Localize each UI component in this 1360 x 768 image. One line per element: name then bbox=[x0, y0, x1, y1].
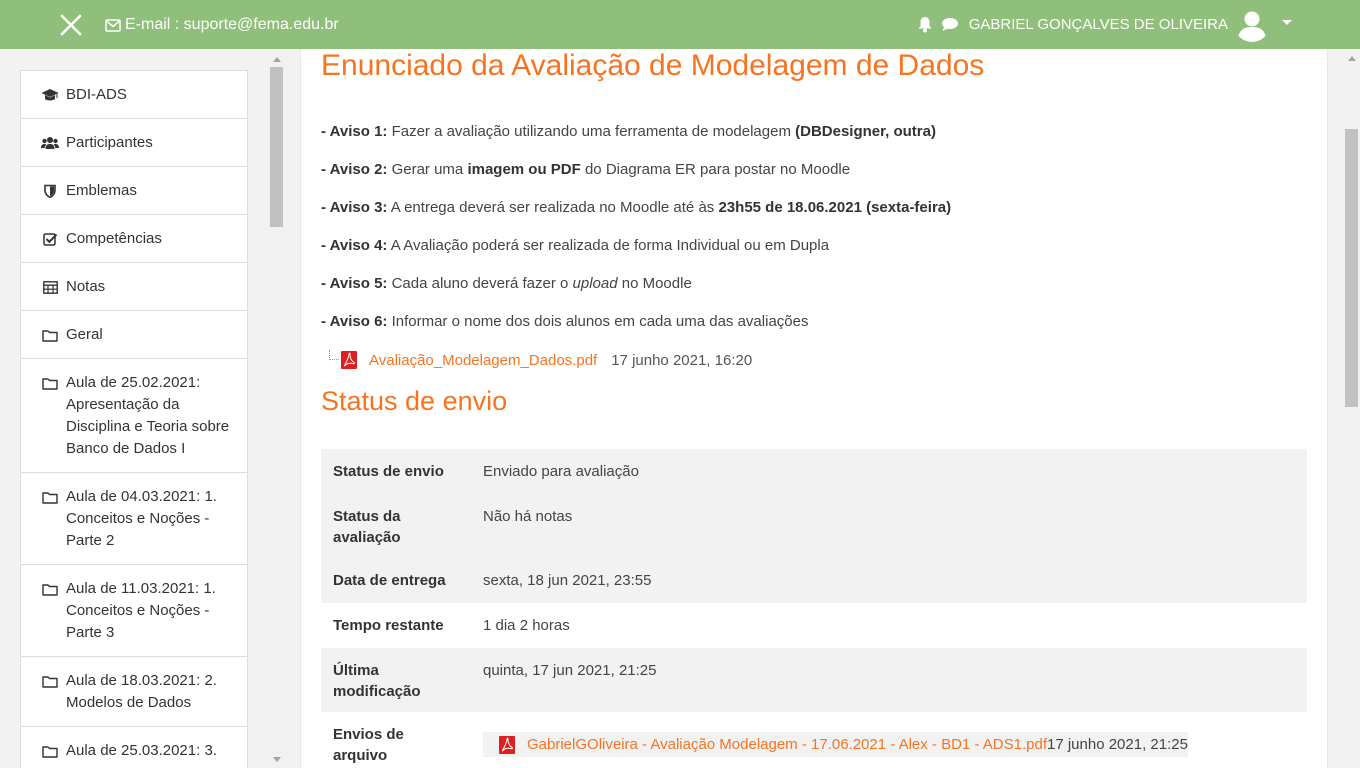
user-name[interactable]: GABRIEL GONÇALVES DE OLIVEIRA bbox=[969, 16, 1228, 33]
sidebar-item-label: Geral bbox=[66, 326, 103, 343]
chat-icon[interactable] bbox=[941, 17, 959, 32]
page-title: Enunciado da Avaliação de Modelagem de D… bbox=[321, 49, 985, 82]
row-value: quinta, 17 jun 2021, 21:25 bbox=[471, 648, 1307, 712]
sidebar-item-label: Emblemas bbox=[66, 182, 137, 199]
page-scrollbar-thumb[interactable] bbox=[1345, 129, 1358, 407]
row-label: Última modificação bbox=[321, 648, 471, 712]
notice-5: - Aviso 5: Cada aluno deverá fazer o upl… bbox=[321, 275, 692, 292]
table-row: Status de envio Enviado para avaliação bbox=[321, 449, 1307, 494]
users-icon bbox=[41, 132, 59, 154]
bell-icon[interactable] bbox=[917, 16, 933, 33]
scroll-up-arrow-icon[interactable] bbox=[1348, 56, 1356, 61]
pdf-icon bbox=[499, 735, 515, 754]
main-content: Enunciado da Avaliação de Modelagem de D… bbox=[300, 49, 1328, 768]
folder-icon bbox=[41, 670, 59, 692]
sidebar-item-grades[interactable]: Notas bbox=[21, 263, 247, 311]
sidebar-item-participants[interactable]: Participantes bbox=[21, 119, 247, 167]
table-icon bbox=[41, 276, 59, 298]
folder-icon bbox=[41, 486, 59, 508]
attachment-link[interactable]: Avaliação_Modelagem_Dados.pdf bbox=[369, 352, 597, 369]
support-email-label: E-mail : suporte@fema.edu.br bbox=[125, 16, 339, 33]
sidebar-item-lesson-2[interactable]: Aula de 04.03.2021: 1. Conceitos e Noçõe… bbox=[21, 473, 247, 565]
folder-icon bbox=[41, 372, 59, 394]
sidebar-nav-list: BDI-ADS Participantes Emblemas Competênc… bbox=[20, 70, 248, 768]
graduation-cap-icon bbox=[41, 84, 59, 106]
sidebar-item-lesson-4[interactable]: Aula de 18.03.2021: 2. Modelos de Dados bbox=[21, 657, 247, 727]
attachment-date: 17 junho 2021, 16:20 bbox=[611, 351, 753, 369]
submission-status-heading: Status de envio bbox=[321, 386, 508, 416]
row-label: Status da avaliação bbox=[321, 494, 471, 558]
sidebar-item-general[interactable]: Geral bbox=[21, 311, 247, 359]
notice-2: - Aviso 2: Gerar uma imagem ou PDF do Di… bbox=[321, 161, 851, 178]
sidebar-item-competencies[interactable]: Competências bbox=[21, 215, 247, 263]
row-value: Enviado para avaliação bbox=[471, 449, 1307, 494]
sidebar-item-label: Participantes bbox=[66, 134, 153, 151]
shield-icon bbox=[41, 180, 59, 202]
sidebar-item-label: Competências bbox=[66, 230, 162, 247]
row-value: 1 dia 2 horas bbox=[471, 603, 1307, 648]
attachment-row: Avaliação_Modelagem_Dados.pdf 17 junho 2… bbox=[329, 350, 753, 369]
tree-connector bbox=[329, 350, 339, 360]
notice-4: - Aviso 4: A Avaliação poderá ser realiz… bbox=[321, 237, 830, 254]
notice-1: - Aviso 1: Fazer a avaliação utilizando … bbox=[321, 123, 936, 140]
sidebar-item-label: Notas bbox=[66, 278, 106, 295]
sidebar-item-course[interactable]: BDI-ADS bbox=[21, 71, 247, 119]
envelope-icon bbox=[105, 18, 121, 32]
sidebar-scrollbar-thumb[interactable] bbox=[270, 67, 283, 227]
row-label: Tempo restante bbox=[321, 603, 471, 648]
table-row: Envios de arquivo GabrielGOliveira - Ava… bbox=[321, 712, 1307, 768]
table-row: Data de entrega sexta, 18 jun 2021, 23:5… bbox=[321, 558, 1307, 603]
sidebar-item-lesson-3[interactable]: Aula de 11.03.2021: 1. Conceitos e Noçõe… bbox=[21, 565, 247, 657]
row-label: Data de entrega bbox=[321, 558, 471, 603]
sidebar-item-label: Aula de 25.02.2021: Apresentação da Disc… bbox=[66, 374, 230, 457]
table-row: Status da avaliação Não há notas bbox=[321, 494, 1307, 558]
table-row: Tempo restante 1 dia 2 horas bbox=[321, 603, 1307, 648]
sidebar-item-label: Aula de 04.03.2021: 1. Conceitos e Noçõe… bbox=[66, 488, 217, 549]
submission-status-table: Status de envio Enviado para avaliação S… bbox=[321, 449, 1307, 768]
sidebar-item-label: Aula de 25.03.2021: 3. bbox=[66, 742, 217, 759]
sidebar-item-label: BDI-ADS bbox=[66, 86, 127, 103]
support-email: E-mail : suporte@fema.edu.br bbox=[105, 16, 339, 34]
submitted-file-link[interactable]: GabrielGOliveira - Avaliação Modelagem -… bbox=[527, 734, 1047, 755]
sidebar-item-label: Aula de 11.03.2021: 1. Conceitos e Noçõe… bbox=[66, 580, 216, 641]
row-value: GabrielGOliveira - Avaliação Modelagem -… bbox=[471, 712, 1307, 768]
avatar[interactable] bbox=[1234, 6, 1270, 42]
folder-icon bbox=[41, 578, 59, 600]
row-value: sexta, 18 jun 2021, 23:55 bbox=[471, 558, 1307, 603]
sidebar-item-label: Aula de 18.03.2021: 2. Modelos de Dados bbox=[66, 672, 217, 711]
close-drawer-icon[interactable] bbox=[58, 12, 84, 38]
scroll-up-arrow-icon[interactable] bbox=[273, 57, 281, 62]
notice-3: - Aviso 3: A entrega deverá ser realizad… bbox=[321, 199, 952, 216]
submitted-file-date: 17 junho 2021, 21:25 bbox=[1046, 736, 1188, 753]
table-row: Última modificação quinta, 17 jun 2021, … bbox=[321, 648, 1307, 712]
notice-6: - Aviso 6: Informar o nome dos dois alun… bbox=[321, 313, 809, 330]
row-label: Status de envio bbox=[321, 449, 471, 494]
top-navbar: E-mail : suporte@fema.edu.br GABRIEL GON… bbox=[0, 0, 1360, 49]
chevron-down-icon[interactable] bbox=[1282, 19, 1292, 25]
sidebar: BDI-ADS Participantes Emblemas Competênc… bbox=[0, 49, 268, 768]
submitted-file: GabrielGOliveira - Avaliação Modelagem -… bbox=[483, 732, 1188, 757]
pdf-icon bbox=[341, 351, 357, 369]
folder-icon bbox=[41, 324, 59, 346]
sidebar-item-lesson-5[interactable]: Aula de 25.03.2021: 3. bbox=[21, 727, 247, 768]
folder-icon bbox=[41, 740, 59, 762]
check-square-icon bbox=[41, 228, 59, 250]
user-menu-area: GABRIEL GONÇALVES DE OLIVEIRA bbox=[917, 6, 1292, 42]
scroll-down-arrow-icon[interactable] bbox=[273, 757, 281, 762]
sidebar-item-badges[interactable]: Emblemas bbox=[21, 167, 247, 215]
row-value: Não há notas bbox=[471, 494, 1307, 558]
sidebar-item-lesson-1[interactable]: Aula de 25.02.2021: Apresentação da Disc… bbox=[21, 359, 247, 473]
row-label: Envios de arquivo bbox=[321, 712, 471, 768]
